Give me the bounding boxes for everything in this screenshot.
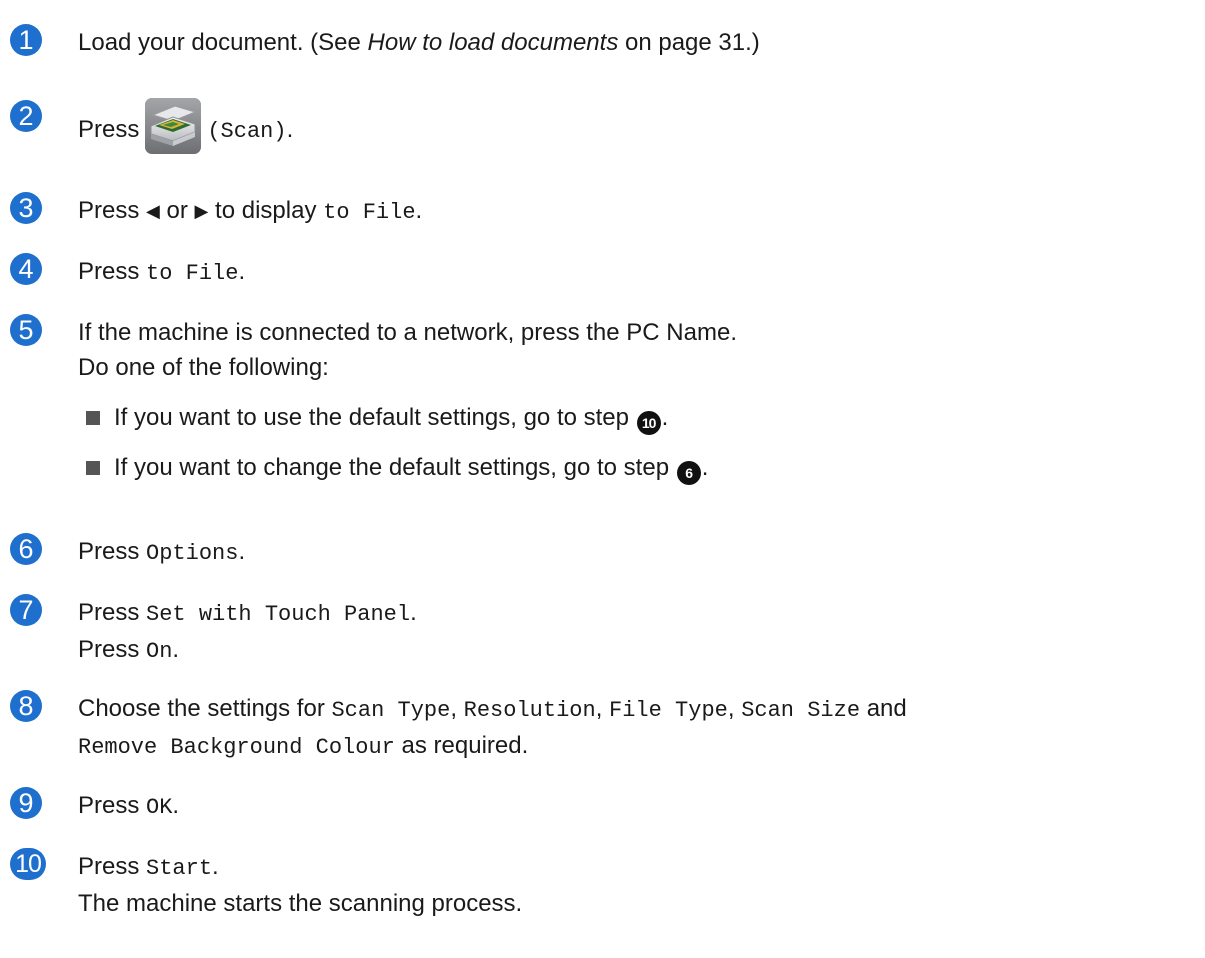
scan-button-label: (Scan) — [207, 119, 287, 145]
step-text: Press OK. — [78, 792, 180, 820]
step-number-badge: 2 — [10, 100, 42, 132]
step-number-badge: 3 — [10, 192, 42, 224]
step-number-badge: 1 — [10, 24, 42, 56]
step-reference-link[interactable]: 10 — [636, 411, 661, 435]
list-item: If you want to change the default settin… — [78, 450, 1195, 485]
step-number-badge: 8 — [10, 690, 42, 722]
options-button-label: Options — [146, 541, 239, 566]
step-text: Choose the settings for Scan Type, Resol… — [78, 695, 907, 760]
step-number-badge: 7 — [10, 594, 42, 626]
step-text: If the machine is connected to a network… — [78, 315, 1195, 485]
step-text: Press to File. — [78, 258, 246, 286]
step-number-badge: 9 — [10, 787, 42, 819]
scanner-icon — [145, 98, 202, 154]
step-text: Press Options. — [78, 538, 246, 566]
resolution-label: Resolution — [463, 698, 596, 723]
step-reference-link[interactable]: 6 — [676, 461, 701, 485]
cross-reference-link[interactable]: How to load documents — [368, 29, 619, 56]
scan-type-label: Scan Type — [331, 698, 451, 723]
set-with-touch-panel-label: Set with Touch Panel — [146, 602, 411, 627]
step-text: Press ◀ or ▶ to display to File. — [78, 197, 423, 225]
step-text: Load your document. (See How to load doc… — [78, 29, 760, 56]
step-number-badge: 4 — [10, 253, 42, 285]
step-number-badge: 6 — [10, 533, 42, 565]
file-type-label: File Type — [609, 698, 728, 723]
bullet-square-icon — [86, 461, 100, 475]
step-text: Press Start. The machine starts the scan… — [78, 853, 523, 917]
scan-size-label: Scan Size — [741, 698, 861, 723]
remove-background-colour-label: Remove Background Colour — [78, 735, 395, 760]
right-arrow-icon: ▶ — [194, 201, 209, 221]
start-button-label: Start — [146, 856, 213, 881]
step-number-badge: 10 — [10, 848, 46, 880]
step-text: Press Set with Touch Panel. Press On. — [78, 599, 417, 664]
ok-button-label: OK — [146, 795, 173, 820]
left-arrow-icon: ◀ — [146, 201, 160, 221]
menu-option-to-file: to File — [323, 200, 416, 225]
bullet-square-icon — [86, 411, 100, 425]
on-option-label: On — [146, 639, 173, 664]
step-number-badge: 5 — [10, 314, 42, 346]
step-text: Press (Scan). — [78, 98, 1195, 154]
menu-option-to-file: to File — [146, 261, 239, 286]
list-item: If you want to use the default settings,… — [78, 400, 1195, 435]
